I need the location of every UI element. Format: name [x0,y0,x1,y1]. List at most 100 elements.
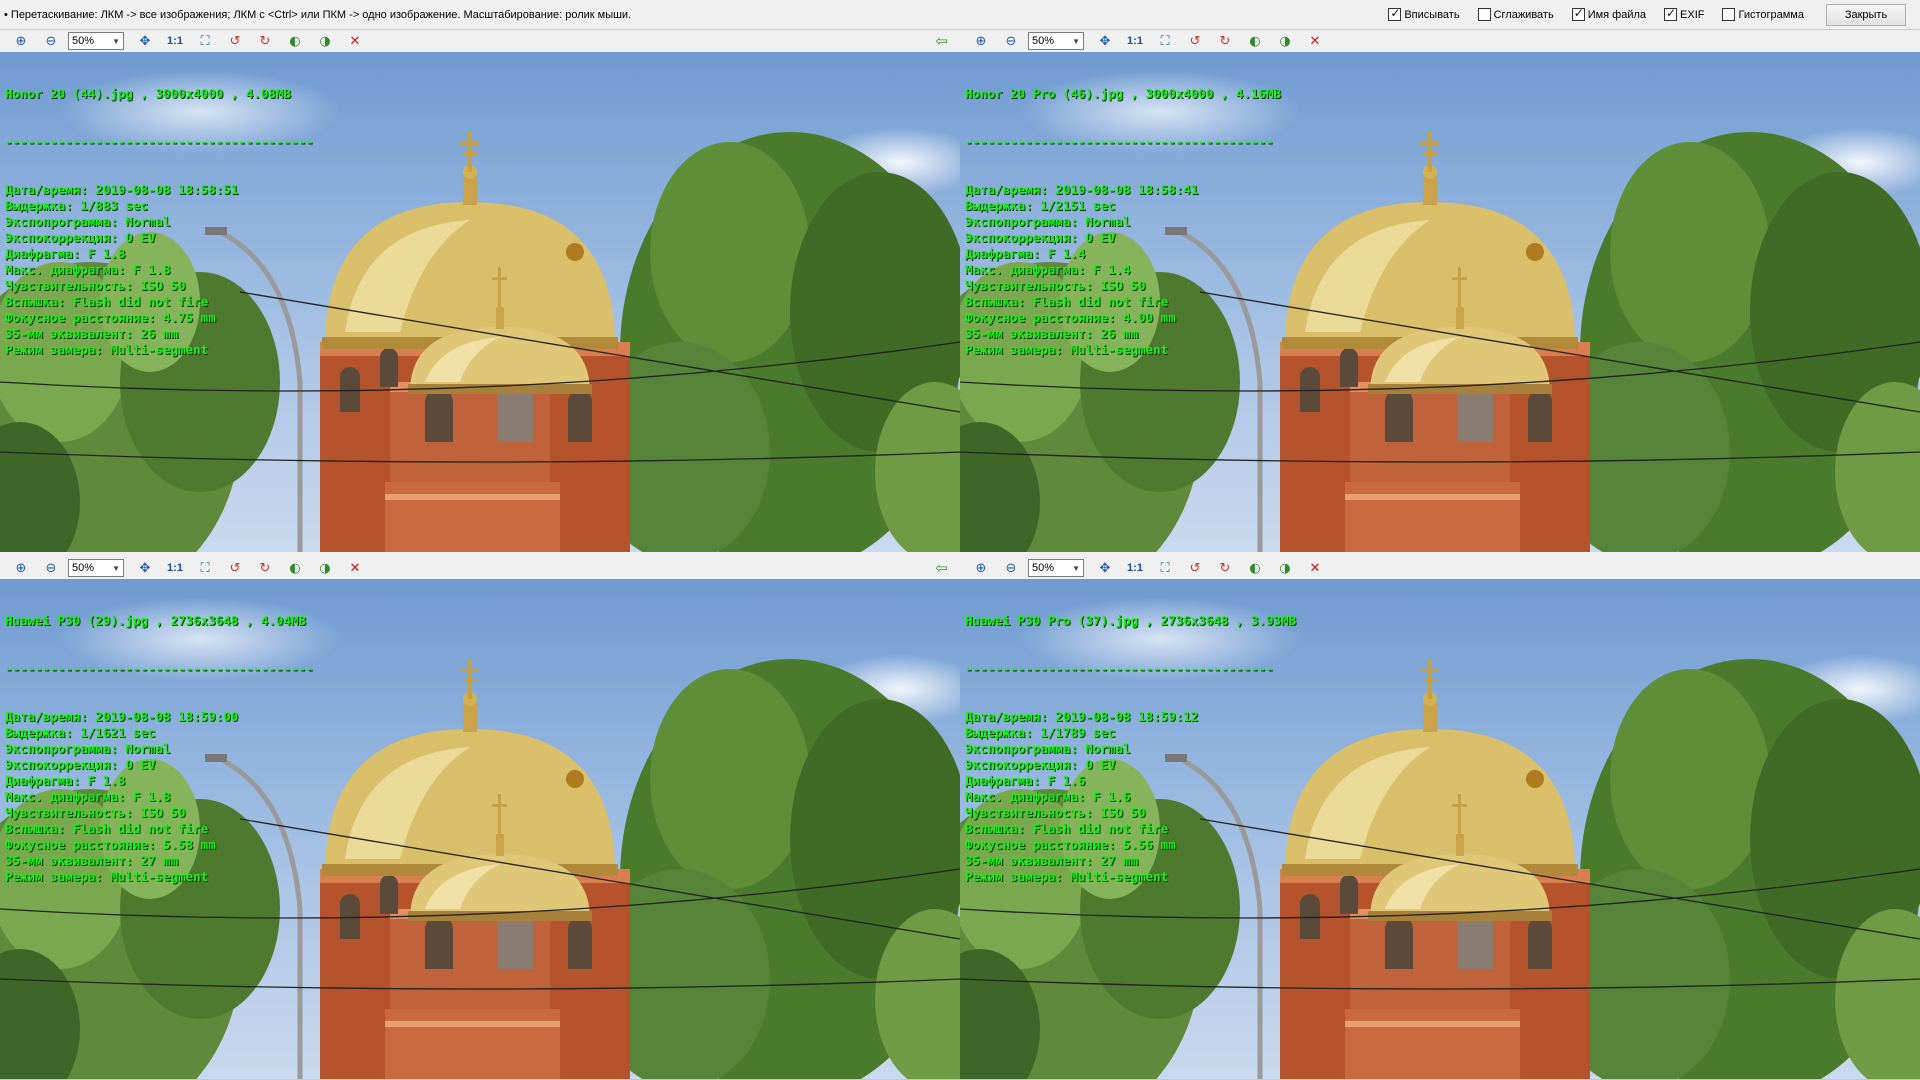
exif-row: Выдержка: 1/2151 sec [965,198,1116,213]
exif-row: Экспокоррекция: 0 EV [5,757,156,772]
exif-row: Вспышка: Flash did not fire [5,821,209,836]
rotate-left-icon[interactable]: ↺ [1180,31,1210,51]
pane-toolbar: ⊕ ⊖ 50% ▼ ✥ 1:1 ⛶ ↺ ↻ ◐ ◑ ✕ [960,30,1920,52]
zoom-in-icon[interactable]: ⊕ [6,31,36,51]
exif-row: Дата/время: 2019-08-08 18:58:41 [965,182,1199,197]
view-options: Вписывать Сглаживать Имя файла EXIF Гист… [1388,3,1920,26]
zoom-in-icon[interactable]: ⊕ [6,558,36,578]
option-exif[interactable]: EXIF [1664,6,1704,21]
right-trees [590,659,960,1079]
checkbox-exif[interactable] [1664,6,1678,21]
zoom-value: 50% [72,562,95,574]
close-icon[interactable]: ✕ [1300,558,1330,578]
zoom-select[interactable]: 50% ▼ [68,32,124,50]
exif-row: 35-мм эквивалент: 26 mm [5,326,179,341]
one-to-one-button[interactable]: 1:1 [1120,558,1150,578]
one-to-one-button[interactable]: 1:1 [160,558,190,578]
zoom-select[interactable]: 50% ▼ [68,559,124,577]
prev-image-icon[interactable]: ◐ [280,31,310,51]
zoom-in-icon[interactable]: ⊕ [966,31,996,51]
fullscreen-icon[interactable]: ⛶ [190,558,220,578]
prev-image-icon[interactable]: ◐ [1240,31,1270,51]
prev-image-icon[interactable]: ◐ [1240,558,1270,578]
option-filename[interactable]: Имя файла [1571,6,1647,21]
image-pane-4: ⊕ ⊖ 50% ▼ ✥ 1:1 ⛶ ↺ ↻ ◐ ◑ ✕ Huawei P30 P… [960,557,1920,1079]
file-info: Honor 20 Pro (46).jpg , 3000x4000 , 4.16… [965,86,1282,101]
zoom-out-icon[interactable]: ⊖ [996,558,1026,578]
exif-row: Выдержка: 1/1789 sec [965,725,1116,740]
image-pane-3: ⊕ ⊖ 50% ▼ ✥ 1:1 ⛶ ↺ ↻ ◐ ◑ ✕ ⇦ Huawei P30… [0,557,960,1079]
zoom-out-icon[interactable]: ⊖ [36,558,66,578]
rotate-right-icon[interactable]: ↻ [1210,558,1240,578]
zoom-select[interactable]: 50% ▼ [1028,32,1084,50]
pane-toolbar: ⊕ ⊖ 50% ▼ ✥ 1:1 ⛶ ↺ ↻ ◐ ◑ ✕ [960,557,1920,579]
rotate-left-icon[interactable]: ↺ [1180,558,1210,578]
exif-separator: ----------------------------------------… [965,661,1274,676]
exif-row: Фокусное расстояние: 5.58 mm [5,837,216,852]
image-pane-1: ⊕ ⊖ 50% ▼ ✥ 1:1 ⛶ ↺ ↻ ◐ ◑ ✕ ⇦ Honor 20 (… [0,30,960,552]
photo-view[interactable]: Honor 20 Pro (46).jpg , 3000x4000 , 4.16… [960,52,1920,552]
file-info: Honor 20 (44).jpg , 3000x4000 , 4.08MB [5,86,291,101]
exif-row: Вспышка: Flash did not fire [965,294,1169,309]
close-icon[interactable]: ✕ [340,558,370,578]
fullscreen-icon[interactable]: ⛶ [1150,31,1180,51]
rotate-right-icon[interactable]: ↻ [1210,31,1240,51]
exif-row: Дата/время: 2019-08-08 18:58:51 [5,182,239,197]
rotate-left-icon[interactable]: ↺ [220,558,250,578]
exif-rows: Дата/время: 2019-08-08 18:59:00 Выдержка:… [5,709,314,885]
pane-toolbar: ⊕ ⊖ 50% ▼ ✥ 1:1 ⛶ ↺ ↻ ◐ ◑ ✕ ⇦ [0,557,960,579]
fit-icon[interactable]: ✥ [130,558,160,578]
exif-row: Фокусное расстояние: 5.56 mm [965,837,1176,852]
exif-overlay: Honor 20 Pro (46).jpg , 3000x4000 , 4.16… [965,54,1281,390]
fit-icon[interactable]: ✥ [1090,558,1120,578]
option-histogram[interactable]: Гистограмма [1722,8,1804,21]
zoom-value: 50% [1032,35,1055,47]
next-image-icon[interactable]: ◑ [1270,558,1300,578]
zoom-out-icon[interactable]: ⊖ [36,31,66,51]
next-image-icon[interactable]: ◑ [310,31,340,51]
checkbox-filename[interactable] [1571,6,1585,21]
exif-row: Режим замера: Multi-segment [5,342,209,357]
fullscreen-icon[interactable]: ⛶ [190,31,220,51]
exif-row: Экспопрограмма: Normal [5,214,171,229]
sync-arrow-icon[interactable]: ⇦ [935,559,948,577]
exif-row: Экспокоррекция: 0 EV [965,230,1116,245]
option-filename-label: Имя файла [1587,8,1647,21]
fullscreen-icon[interactable]: ⛶ [1150,558,1180,578]
one-to-one-button[interactable]: 1:1 [160,31,190,51]
fit-icon[interactable]: ✥ [130,31,160,51]
close-button[interactable]: Закрыть [1826,3,1906,26]
rotate-right-icon[interactable]: ↻ [250,558,280,578]
zoom-in-icon[interactable]: ⊕ [966,558,996,578]
option-smooth[interactable]: Сглаживать [1477,8,1554,21]
prev-image-icon[interactable]: ◐ [280,558,310,578]
checkbox-histogram[interactable] [1722,8,1736,21]
exif-row: 35-мм эквивалент: 27 mm [5,853,179,868]
zoom-select[interactable]: 50% ▼ [1028,559,1084,577]
rotate-right-icon[interactable]: ↻ [250,31,280,51]
zoom-out-icon[interactable]: ⊖ [996,31,1026,51]
sync-arrow-icon[interactable]: ⇦ [935,32,948,50]
photo-view[interactable]: Huawei P30 Pro (37).jpg , 2736x3648 , 3.… [960,579,1920,1079]
option-fit[interactable]: Вписывать [1388,6,1460,21]
exif-row: Чувствительность: ISO 50 [965,805,1146,820]
photo-view[interactable]: Huawei P30 (29).jpg , 2736x3648 , 4.04MB… [0,579,960,1079]
exif-row: Чувствительность: ISO 50 [5,278,186,293]
exif-row: Чувствительность: ISO 50 [5,805,186,820]
file-info: Huawei P30 (29).jpg , 2736x3648 , 4.04MB [5,613,307,628]
exif-separator: ----------------------------------------… [5,134,314,149]
checkbox-fit[interactable] [1388,6,1402,21]
exif-row: 35-мм эквивалент: 26 mm [965,326,1139,341]
one-to-one-button[interactable]: 1:1 [1120,31,1150,51]
close-icon[interactable]: ✕ [1300,31,1330,51]
file-info: Huawei P30 Pro (37).jpg , 2736x3648 , 3.… [965,613,1297,628]
photo-view[interactable]: Honor 20 (44).jpg , 3000x4000 , 4.08MB -… [0,52,960,552]
next-image-icon[interactable]: ◑ [1270,31,1300,51]
next-image-icon[interactable]: ◑ [310,558,340,578]
rotate-left-icon[interactable]: ↺ [220,31,250,51]
exif-row: Макс. диафрагма: F 1.4 [965,262,1131,277]
close-icon[interactable]: ✕ [340,31,370,51]
checkbox-smooth[interactable] [1477,8,1491,21]
exif-row: Экспопрограмма: Normal [5,741,171,756]
fit-icon[interactable]: ✥ [1090,31,1120,51]
